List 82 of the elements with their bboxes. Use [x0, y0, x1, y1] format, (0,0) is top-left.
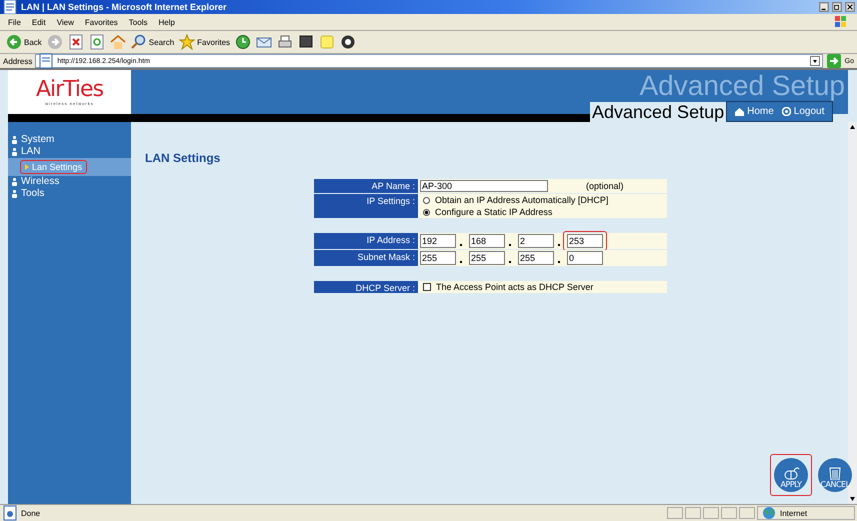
menu-item[interactable]: Tools: [128, 18, 148, 26]
octet-field[interactable]: 255: [469, 251, 505, 265]
globe-icon: [761, 505, 777, 521]
apply-button[interactable]: APPLY: [774, 458, 808, 492]
search-icon: [130, 34, 147, 50]
option-label: Obtain an IP Address Automatically [DHCP]: [435, 195, 608, 205]
arrow-icon: [25, 164, 29, 170]
status-pane: [721, 507, 737, 519]
dot-separator: [509, 261, 511, 263]
address-label: Address: [3, 56, 32, 66]
search-button[interactable]: Search: [130, 34, 174, 50]
dot-separator: [460, 244, 462, 246]
home-icon: [735, 107, 744, 116]
nav-item[interactable]: Wireless: [8, 176, 131, 188]
status-pane: [739, 507, 755, 519]
logo: AirTies: [36, 78, 104, 100]
radio-option[interactable]: Obtain an IP Address Automatically [DHCP]: [420, 195, 665, 205]
menu-item[interactable]: Favorites: [84, 18, 118, 26]
octet-field[interactable]: 0: [567, 251, 603, 265]
radio-option[interactable]: Configure a Static IP Address: [420, 207, 665, 217]
window-title: LAN | LAN Settings - Microsoft Internet Explorer: [21, 2, 228, 12]
refresh-icon[interactable]: [88, 34, 105, 50]
status-pane: [667, 507, 683, 519]
option-label: Configure a Static IP Address: [435, 207, 552, 217]
nav-item[interactable]: Tools: [8, 188, 131, 200]
radio-button[interactable]: [423, 196, 430, 204]
home-icon[interactable]: [110, 34, 126, 50]
section-heading: LAN Settings: [145, 151, 222, 165]
nav-item[interactable]: System: [8, 134, 131, 146]
octet-field[interactable]: 253: [567, 234, 603, 248]
radio-button[interactable]: [423, 208, 430, 216]
status-pane: [703, 507, 719, 519]
printer-icon[interactable]: [277, 34, 294, 50]
bullet-icon: [12, 178, 17, 186]
zone-label: Internet: [780, 508, 808, 518]
octet-field[interactable]: 168: [469, 234, 505, 248]
page-title: Advanced Setup: [590, 102, 726, 122]
menu-item[interactable]: Edit: [32, 18, 46, 26]
scrollbar[interactable]: [848, 122, 857, 504]
bullet-icon: [12, 190, 17, 198]
dot-separator: [509, 244, 511, 246]
menu-item[interactable]: View: [56, 18, 74, 26]
star-icon: [179, 34, 196, 50]
checkbox-label: The Access Point acts as DHCP Server: [436, 282, 594, 292]
dot-separator: [558, 244, 560, 246]
power-icon: [782, 107, 791, 116]
header-link[interactable]: Home: [735, 106, 774, 117]
field-label: AP Name :: [314, 179, 418, 193]
bullet-icon: [12, 148, 17, 156]
field-label: IP Settings :: [314, 194, 418, 218]
close-icon[interactable]: [845, 2, 855, 12]
checkbox[interactable]: [423, 283, 431, 291]
field-note: (optional): [586, 181, 624, 191]
octet-field[interactable]: 255: [420, 251, 456, 265]
page-icon: [2, 0, 18, 15]
cancel-button[interactable]: CANCEL: [818, 458, 852, 492]
back-button[interactable]: Back: [6, 34, 42, 50]
field-label: DHCP Server :: [314, 281, 418, 293]
minimize-icon[interactable]: [819, 2, 829, 12]
field-label: Subnet Mask :: [314, 250, 418, 266]
text-field[interactable]: AP-300: [420, 180, 548, 192]
banner-watermark: Advanced Setup: [640, 70, 845, 102]
status-text: Done: [21, 508, 40, 518]
history-icon[interactable]: [235, 34, 252, 50]
mouse-icon: [782, 466, 800, 480]
menu-item[interactable]: File: [8, 18, 21, 26]
maximize-icon[interactable]: [832, 2, 842, 12]
field-label: IP Address :: [314, 233, 418, 249]
page-icon: [2, 505, 18, 521]
stop-icon[interactable]: [68, 34, 84, 50]
octet-field[interactable]: 2: [518, 234, 554, 248]
nav-item[interactable]: LAN: [8, 146, 131, 158]
header-link[interactable]: Logout: [782, 106, 824, 117]
bullet-icon: [12, 136, 17, 144]
dot-separator: [558, 261, 560, 263]
octet-field[interactable]: 192: [420, 234, 456, 248]
flag-icon: [833, 14, 849, 30]
favorites-button[interactable]: Favorites: [179, 34, 230, 50]
octet-field[interactable]: 255: [518, 251, 554, 265]
status-pane: [685, 507, 701, 519]
menu-item[interactable]: Help: [158, 18, 175, 26]
dot-separator: [460, 261, 462, 263]
